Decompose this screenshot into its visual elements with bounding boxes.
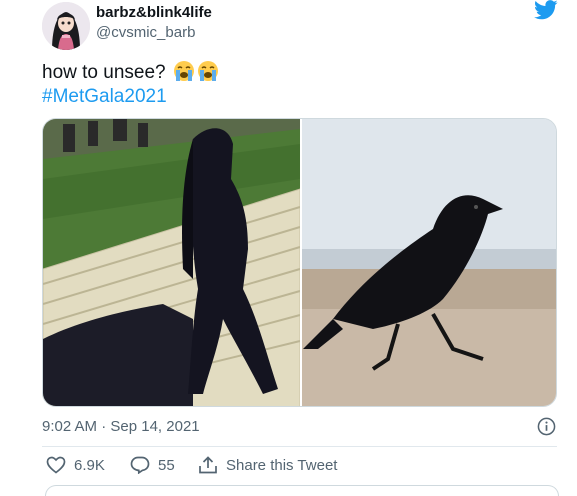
display-name[interactable]: barbz&blink4life <box>96 4 212 21</box>
loudly-crying-face-icon <box>173 61 194 81</box>
tweet-time[interactable]: 9:02 AM <box>42 418 97 435</box>
tweet-date[interactable]: Sep 14, 2021 <box>110 418 199 435</box>
tweet-card: barbz&blink4life @cvsmic_barb how to uns… <box>0 0 577 496</box>
read-replies-button[interactable] <box>45 485 559 496</box>
heart-icon <box>46 456 66 474</box>
twitter-bird-icon[interactable] <box>534 0 558 20</box>
divider <box>42 446 557 447</box>
info-icon[interactable] <box>537 417 556 436</box>
like-count: 6.9K <box>74 456 105 474</box>
media-photo-right[interactable] <box>302 119 557 407</box>
avatar[interactable] <box>42 2 90 50</box>
tweet-text-content: how to unsee? <box>42 62 166 83</box>
reply-count: 55 <box>158 456 175 474</box>
tweet-text: how to unsee? <box>42 60 219 86</box>
timestamp-separator: · <box>101 418 107 435</box>
share-button[interactable]: Share this Tweet <box>198 456 337 474</box>
media-photo-left[interactable] <box>43 119 301 407</box>
reply-button[interactable]: 55 <box>130 456 175 474</box>
loudly-crying-face-icon <box>197 61 218 81</box>
like-button[interactable]: 6.9K <box>46 456 105 474</box>
user-handle[interactable]: @cvsmic_barb <box>96 24 195 41</box>
share-icon <box>199 456 217 474</box>
reply-icon <box>130 456 150 474</box>
tweet-timestamp[interactable]: 9:02 AM · Sep 14, 2021 <box>42 418 200 435</box>
tweet-media[interactable] <box>42 118 557 407</box>
share-label: Share this Tweet <box>226 456 338 474</box>
hashtag-link[interactable]: #MetGala2021 <box>42 86 167 108</box>
